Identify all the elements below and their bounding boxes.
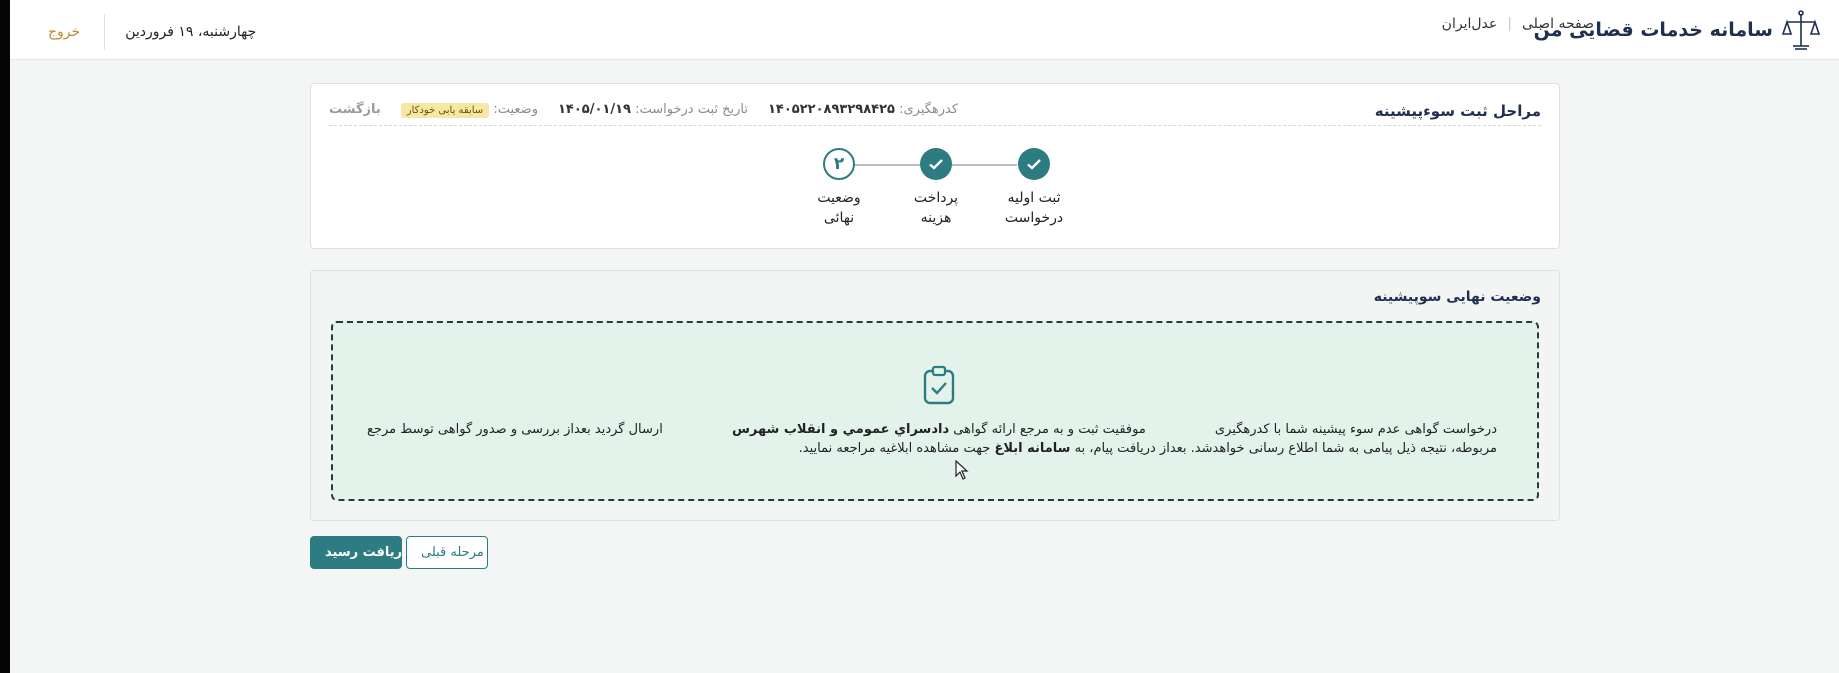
step-initial-registration: ثبت اولیه درخواست (999, 148, 1069, 228)
scales-emblem-icon (1781, 10, 1821, 50)
steps-card: مراحل ثبت سوءپیشینه کدرهگیری: ۱۴۰۵۲۲۰۸۹۳… (310, 83, 1560, 249)
steps-card-title: مراحل ثبت سوءپیشینه (1374, 102, 1541, 120)
step-label: ثبت اولیه درخواست (1004, 190, 1064, 226)
status: وضعیت: سابقه یابی خودکار (400, 102, 538, 118)
top-header: سامانه خدمات قضایی من صفحه اصلی | عدل‌ای… (10, 0, 1839, 60)
nav-separator: | (1507, 16, 1512, 32)
back-link[interactable]: بازگشت (329, 102, 381, 117)
current-date: چهارشنبه، ۱۹ فروردین (104, 14, 256, 50)
tracking-code-value: ۱۴۰۵۲۲۰۸۹۳۲۹۸۴۲۵ (768, 102, 895, 117)
header-left-area: چهارشنبه، ۱۹ فروردین خروج (48, 14, 256, 50)
step-label: وضعیت نهائی (817, 190, 861, 226)
request-date: تاریخ ثبت درخواست: ۱۴۰۵/۰۱/۱۹ (558, 102, 748, 117)
result-message: درخواست گواهی عدم سوء پیشینه شما با کدره… (367, 420, 1497, 458)
nav-home-link[interactable]: صفحه اصلی (1522, 16, 1594, 32)
tracking-code: کدرهگیری: ۱۴۰۵۲۲۰۸۹۳۲۹۸۴۲۵ (768, 102, 958, 117)
status-label: وضعیت: (493, 102, 538, 117)
result-card: وضعیت نهایی سوپیشینه درخواست گواهی عدم س… (310, 270, 1560, 521)
logout-link[interactable]: خروج (48, 24, 80, 40)
request-date-value: ۱۴۰۵/۰۱/۱۹ (557, 102, 631, 117)
result-message-line2: مربوطه، نتیجه ذیل پیامی به شما اطلاع رسا… (798, 441, 1497, 456)
mouse-cursor-icon (955, 460, 969, 480)
tracking-code-label: کدرهگیری: (899, 102, 959, 117)
request-meta: کدرهگیری: ۱۴۰۵۲۲۰۸۹۳۲۹۸۴۲۵ تاریخ ثبت درخ… (329, 102, 958, 118)
clipboard-check-icon (923, 365, 955, 405)
notification-system-name: سامانه ابلاغ (994, 441, 1071, 456)
steps-card-header: مراحل ثبت سوءپیشینه کدرهگیری: ۱۴۰۵۲۲۰۸۹۳… (329, 94, 1541, 126)
step-payment: پرداخت هزینه (901, 148, 971, 228)
download-receipt-button[interactable]: دریافت رسید (310, 536, 409, 569)
status-badge: سابقه یابی خودکار (400, 103, 490, 118)
previous-step-button[interactable]: مرحله قبلی (406, 536, 488, 569)
step-number: ۲ (823, 148, 855, 180)
court-name: دادسراي عمومي و انقلاب شهرس (731, 422, 950, 437)
result-message-line1: درخواست گواهی عدم سوء پیشینه شما با کدره… (367, 422, 1497, 437)
nav-adl-iran-link[interactable]: عدل‌ایران (1442, 16, 1498, 32)
request-date-label: تاریخ ثبت درخواست: (635, 102, 748, 117)
success-message-box: درخواست گواهی عدم سوء پیشینه شما با کدره… (331, 321, 1539, 501)
result-card-title: وضعیت نهایی سوپیشینه (1373, 289, 1541, 305)
left-edge-strip (0, 0, 10, 673)
step-label: پرداخت هزینه (913, 190, 959, 226)
step-final-status: ۲ وضعیت نهائی (804, 148, 874, 228)
check-icon (920, 148, 952, 180)
main-nav: صفحه اصلی | عدل‌ایران (1442, 16, 1594, 32)
check-icon (1018, 148, 1050, 180)
action-buttons: دریافت رسید مرحله قبلی (310, 536, 488, 569)
